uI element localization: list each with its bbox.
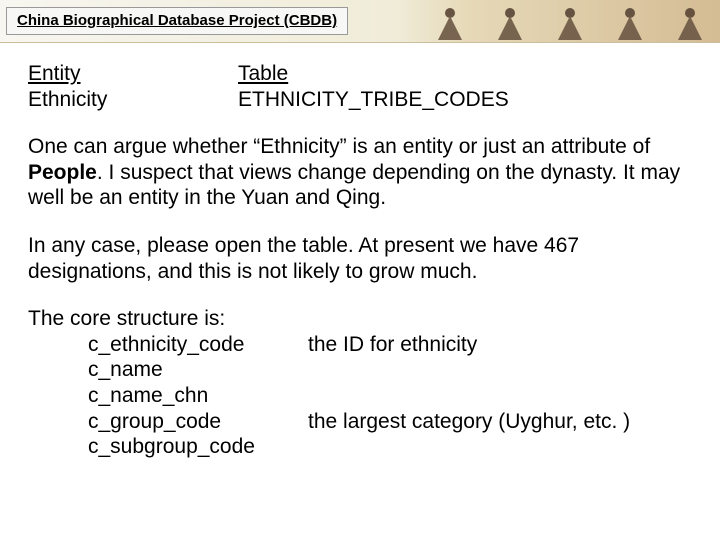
field-desc (308, 357, 692, 383)
heading-row: Entity Ethnicity Table ETHNICITY_TRIBE_C… (28, 61, 692, 112)
table-column: Table ETHNICITY_TRIBE_CODES (238, 61, 692, 112)
table-value: ETHNICITY_TRIBE_CODES (238, 87, 692, 113)
field-desc (308, 434, 692, 460)
entity-value: Ethnicity (28, 87, 238, 113)
structure-block: The core structure is: c_ethnicity_codet… (28, 306, 692, 460)
slide-content: Entity Ethnicity Table ETHNICITY_TRIBE_C… (0, 43, 720, 460)
field-name: c_subgroup_code (88, 434, 308, 460)
field-desc: the ID for ethnicity (308, 332, 692, 358)
paragraph-2: In any case, please open the table. At p… (28, 233, 692, 284)
field-name: c_name (88, 357, 308, 383)
structure-intro: The core structure is: (28, 306, 692, 332)
table-label: Table (238, 61, 692, 87)
field-desc: the largest category (Uyghur, etc. ) (308, 409, 692, 435)
field-grid: c_ethnicity_codethe ID for ethnicity c_n… (28, 332, 692, 460)
field-name: c_ethnicity_code (88, 332, 308, 358)
field-name: c_name_chn (88, 383, 308, 409)
entity-column: Entity Ethnicity (28, 61, 238, 112)
field-name: c_group_code (88, 409, 308, 435)
header-banner: China Biographical Database Project (CBD… (0, 0, 720, 43)
para1-bold: People (28, 161, 97, 184)
field-desc (308, 383, 692, 409)
para1-pre: One can argue whether “Ethnicity” is an … (28, 135, 650, 158)
para1-post: . I suspect that views change depending … (28, 161, 680, 210)
entity-label: Entity (28, 61, 238, 87)
project-title: China Biographical Database Project (CBD… (6, 7, 348, 35)
paragraph-1: One can argue whether “Ethnicity” is an … (28, 134, 692, 211)
decorative-figures (420, 0, 720, 42)
